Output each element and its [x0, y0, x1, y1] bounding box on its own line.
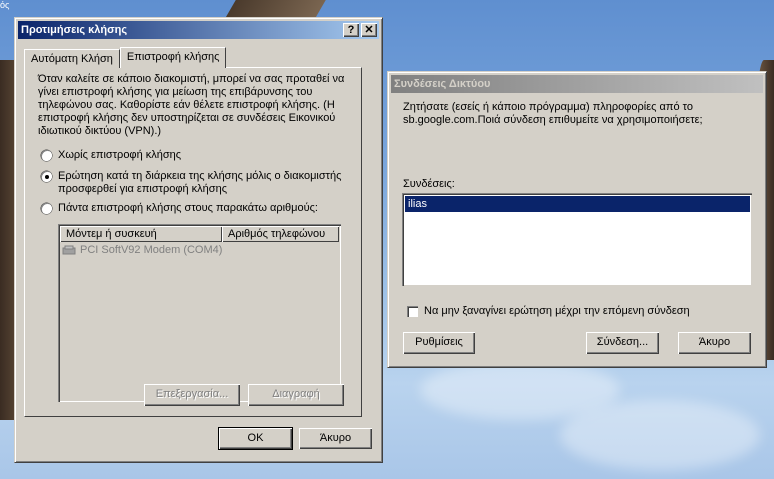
cloud [560, 400, 760, 470]
cancel-button[interactable]: Άκυρο [299, 428, 372, 449]
help-button[interactable]: ? [343, 23, 359, 37]
cancel-button[interactable]: Άκυρο [678, 332, 751, 354]
list-item[interactable]: PCI SoftV92 Modem (COM4) [62, 244, 222, 256]
column-header-device[interactable]: Μόντεμ ή συσκευή [60, 226, 222, 242]
radio-button[interactable] [41, 203, 52, 214]
radio-label: Χωρίς επιστροφή κλήσης [58, 149, 182, 161]
radio-label: Πάντα επιστροφή κλήσης στους παρακάτω αρ… [58, 202, 318, 214]
radio-button[interactable] [41, 150, 52, 161]
edit-button[interactable]: Επεξεργασία... [144, 384, 240, 406]
tab-strip: Αυτόματη Κλήση Επιστροφή κλήσης [24, 47, 227, 68]
list-item[interactable]: ilias [405, 196, 750, 212]
tab-auto-dial[interactable]: Αυτόματη Κλήση [24, 49, 120, 68]
dont-ask-checkbox[interactable]: Να μην ξαναγίνει ερώτηση μέχρι την επόμε… [407, 305, 690, 317]
settings-button[interactable]: Ρυθμίσεις [403, 332, 475, 354]
dialog-title: Συνδέσεις Δικτύου [394, 78, 491, 90]
callback-description: Όταν καλείτε σε κάποιο διακομιστή, μπορε… [38, 73, 345, 137]
radio-ask-during-call[interactable]: Ερώτηση κατά τη διάρκεια της κλήσης μόλι… [41, 170, 361, 196]
checkbox-label: Να μην ξαναγίνει ερώτηση μέχρι την επόμε… [424, 305, 690, 317]
radio-label: Ερώτηση κατά τη διάρκεια της κλήσης μόλι… [58, 170, 342, 195]
modem-icon [62, 245, 76, 255]
radio-button[interactable] [41, 171, 52, 182]
radio-always-callback[interactable]: Πάντα επιστροφή κλήσης στους παρακάτω αρ… [41, 202, 361, 214]
dialog-title: Προτιμήσεις κλήσης [21, 24, 128, 36]
connections-listbox[interactable]: ilias [402, 193, 752, 286]
tab-callback[interactable]: Επιστροφή κλήσης [119, 47, 227, 68]
column-header-phone[interactable]: Αριθμός τηλεφώνου [222, 226, 339, 242]
desktop-icon-label[interactable]: ός [0, 0, 9, 10]
ok-button[interactable]: OK [218, 427, 293, 450]
dialog-titlebar[interactable]: Συνδέσεις Δικτύου [391, 75, 763, 93]
close-button[interactable]: ✕ [361, 23, 377, 37]
connections-label: Συνδέσεις: [403, 178, 455, 190]
connection-prompt: Ζητήσατε (εσείς ή κάποιο πρόγραμμα) πληρ… [403, 101, 703, 126]
delete-button[interactable]: Διαγραφή [248, 384, 344, 406]
connect-button[interactable]: Σύνδεση... [586, 332, 659, 354]
dialog-titlebar[interactable]: Προτιμήσεις κλήσης ? ✕ [18, 21, 379, 39]
callback-numbers-list[interactable]: Μόντεμ ή συσκευή Αριθμός τηλεφώνου PCI S… [58, 224, 341, 402]
device-name: PCI SoftV92 Modem (COM4) [80, 244, 223, 256]
checkbox-box[interactable] [407, 305, 418, 317]
radio-no-callback[interactable]: Χωρίς επιστροφή κλήσης [41, 149, 361, 161]
